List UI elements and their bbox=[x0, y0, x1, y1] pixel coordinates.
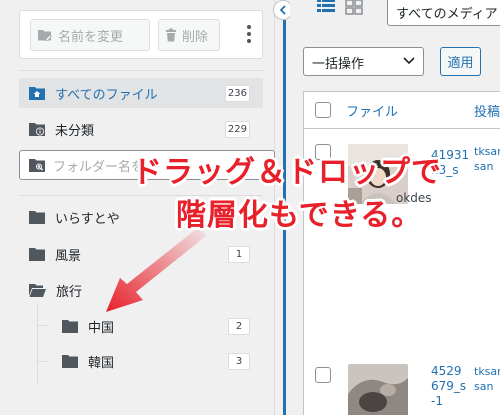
media-author[interactable]: tksar san bbox=[474, 364, 500, 394]
folder-toolbar: 名前を変更 削除 bbox=[19, 10, 263, 59]
folder-count: 3 bbox=[228, 353, 250, 370]
nav-all-files[interactable]: すべてのファイル 236 bbox=[19, 78, 263, 108]
media-type-filter[interactable]: すべてのメディア bbox=[387, 0, 500, 26]
annotation-caption-line2: 階層化もできる。 bbox=[176, 198, 423, 233]
column-file[interactable]: ファイル bbox=[346, 101, 398, 120]
row-checkbox[interactable] bbox=[315, 367, 331, 383]
media-table: ファイル 投稿 41931 13_s okdes tksar san 4529 … bbox=[303, 91, 500, 415]
apply-button[interactable]: 適用 bbox=[440, 47, 481, 76]
home-folder-icon bbox=[29, 87, 45, 100]
folder-label: 風景 bbox=[55, 248, 82, 264]
grid-view-icon[interactable] bbox=[345, 0, 363, 15]
column-author[interactable]: 投稿 bbox=[474, 101, 500, 120]
folder-label: 中国 bbox=[88, 320, 115, 336]
search-folder-icon bbox=[29, 159, 45, 172]
folder-count: 1 bbox=[228, 246, 250, 263]
folder-count: 2 bbox=[228, 318, 250, 335]
more-options-icon[interactable] bbox=[244, 23, 254, 45]
trash-icon bbox=[166, 28, 176, 42]
tree-line bbox=[37, 361, 49, 362]
divider bbox=[19, 70, 263, 71]
list-view-icon[interactable] bbox=[317, 0, 335, 13]
delete-label: 削除 bbox=[182, 29, 209, 45]
folder-item-korea[interactable]: 韓国 3 bbox=[52, 346, 263, 376]
folder-icon bbox=[62, 319, 78, 333]
nav-uncategorized-count: 229 bbox=[224, 121, 250, 138]
chevron-down-icon bbox=[403, 57, 415, 65]
folder-icon bbox=[29, 210, 45, 224]
folder-label: 韓国 bbox=[88, 355, 115, 371]
folder-icon bbox=[29, 247, 45, 261]
folder-open-icon bbox=[29, 283, 46, 297]
media-filename[interactable]: 4529 679_s -1 bbox=[431, 364, 471, 409]
tree-line bbox=[37, 303, 38, 383]
info-folder-icon bbox=[29, 123, 45, 136]
nav-all-files-label: すべてのファイル bbox=[55, 87, 158, 103]
folder-search-placeholder: フォルダー名を bbox=[53, 159, 145, 175]
folder-item-china[interactable]: 中国 2 bbox=[52, 311, 263, 341]
folder-label: 旅行 bbox=[56, 284, 83, 300]
bulk-action-select[interactable]: 一括操作 bbox=[303, 47, 424, 76]
delete-button[interactable]: 削除 bbox=[158, 19, 220, 51]
rename-label: 名前を変更 bbox=[58, 29, 124, 45]
nav-all-files-count: 236 bbox=[224, 85, 250, 102]
rename-button[interactable]: 名前を変更 bbox=[30, 19, 150, 51]
folder-item-ryoko[interactable]: 旅行 bbox=[19, 275, 263, 305]
annotation-caption-line1: ドラッグ＆ドロップで bbox=[132, 155, 442, 190]
nav-uncategorized-label: 未分類 bbox=[55, 123, 95, 139]
photo-thumbnail-icon bbox=[348, 364, 408, 415]
tree-line bbox=[37, 325, 49, 326]
folder-label: いらすとや bbox=[55, 211, 120, 227]
folder-icon bbox=[62, 354, 78, 368]
chevron-left-icon bbox=[279, 5, 286, 15]
select-all-checkbox[interactable] bbox=[315, 102, 331, 118]
media-author[interactable]: tksar san bbox=[474, 144, 500, 174]
table-header: ファイル 投稿 bbox=[304, 92, 500, 129]
media-thumbnail[interactable] bbox=[348, 364, 408, 415]
edit-folder-icon bbox=[38, 30, 53, 41]
nav-uncategorized[interactable]: 未分類 229 bbox=[19, 114, 263, 144]
bulk-action-label: 一括操作 bbox=[312, 57, 365, 72]
folder-item-fukei[interactable]: 風景 1 bbox=[19, 239, 263, 269]
